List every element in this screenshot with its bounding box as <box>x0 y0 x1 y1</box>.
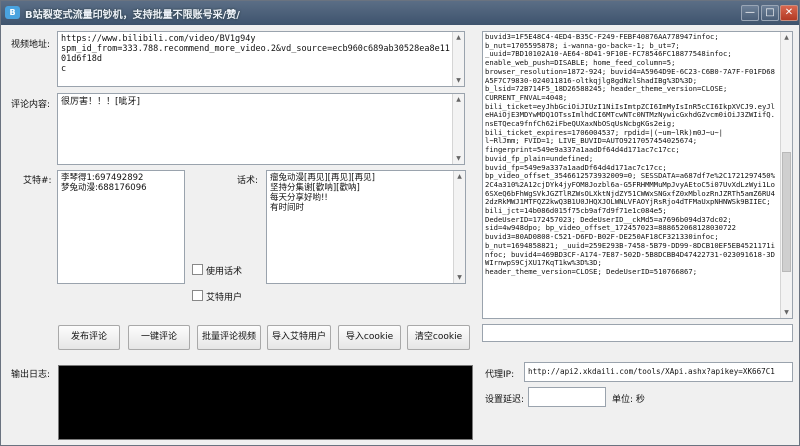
cookie-text: buvid3=1F5E48C4-4ED4-B35C-F249-FEBF40876… <box>485 32 775 276</box>
at-users-input[interactable]: 李琴得1:697492892 梦兔动漫:688176096 <box>57 170 185 284</box>
comment-content-input[interactable]: 很厉害！！！[呲牙] ▲ ▼ <box>57 93 465 165</box>
import-cookie-button[interactable]: 导入cookie <box>338 325 401 350</box>
delay-unit-label: 单位: 秒 <box>612 395 645 405</box>
proxy-ip-input[interactable]: http://api2.xkdaili.com/tools/XApi.ashx?… <box>524 362 793 382</box>
phrases-label: 话术: <box>237 176 259 186</box>
at-users-label: 艾特#: <box>23 176 52 186</box>
proxy-ip-text: http://api2.xkdaili.com/tools/XApi.ashx?… <box>528 367 775 376</box>
close-button[interactable]: ✕ <box>780 5 798 21</box>
phrases-input[interactable]: 瘤兔动漫[再见][再见][再见] 坚持分集谢[歡呐][歡呐] 每天分享好哟!! … <box>266 170 466 284</box>
maximize-button[interactable]: □ <box>761 5 779 21</box>
batch-comment-video-button[interactable]: 批量评论视频 <box>197 325 261 350</box>
title-bar: B B站裂变式流量印钞机，支持批量不限账号采/赞/ — □ ✕ <box>1 1 799 25</box>
cookie-scrollbar[interactable]: ▲ ▼ <box>780 32 792 318</box>
scroll-down-icon[interactable]: ▼ <box>453 153 464 164</box>
extra-input[interactable] <box>482 324 793 342</box>
video-url-scrollbar[interactable]: ▲ ▼ <box>452 32 464 86</box>
scroll-up-icon[interactable]: ▲ <box>781 32 792 43</box>
scroll-up-icon[interactable]: ▲ <box>453 32 464 43</box>
app-icon: B <box>5 6 20 19</box>
video-url-label: 视频地址: <box>11 40 51 50</box>
scroll-down-icon[interactable]: ▼ <box>781 307 792 318</box>
cookie-scroll-thumb[interactable] <box>782 152 791 272</box>
phrases-scrollbar[interactable]: ▲ ▼ <box>453 171 465 283</box>
cookie-textarea[interactable]: buvid3=1F5E48C4-4ED4-B35C-F249-FEBF40876… <box>482 31 793 319</box>
minimize-button[interactable]: — <box>741 5 759 21</box>
main-window: B B站裂变式流量印钞机，支持批量不限账号采/赞/ — □ ✕ 视频地址: ht… <box>0 0 800 446</box>
use-phrases-label: 使用话术 <box>206 267 243 277</box>
proxy-ip-label: 代理IP: <box>485 370 515 380</box>
publish-comment-button[interactable]: 发布评论 <box>58 325 120 350</box>
scroll-down-icon[interactable]: ▼ <box>453 75 464 86</box>
comment-scrollbar[interactable]: ▲ ▼ <box>452 94 464 164</box>
video-url-text: https://www.bilibili.com/video/BV1g94y s… <box>61 34 450 74</box>
comment-content-label: 评论内容: <box>11 100 51 110</box>
at-users-text: 李琴得1:697492892 梦兔动漫:688176096 <box>61 173 147 193</box>
window-title: B站裂变式流量印钞机，支持批量不限账号采/赞/ <box>25 10 240 21</box>
delay-text <box>529 388 605 392</box>
scroll-down-icon[interactable]: ▼ <box>454 272 465 283</box>
delay-label: 设置延迟: <box>485 395 525 405</box>
scroll-up-icon[interactable]: ▲ <box>454 171 465 182</box>
scroll-up-icon[interactable]: ▲ <box>453 94 464 105</box>
phrases-text: 瘤兔动漫[再见][再见][再见] 坚持分集谢[歡呐][歡呐] 每天分享好哟!! … <box>270 173 375 213</box>
extra-input-text <box>483 325 792 329</box>
use-phrases-checkbox[interactable] <box>192 264 203 275</box>
delay-input[interactable] <box>528 387 606 407</box>
at-users-checkbox-label: 艾特用户 <box>206 293 243 303</box>
video-url-input[interactable]: https://www.bilibili.com/video/BV1g94y s… <box>57 31 465 87</box>
clear-cookie-button[interactable]: 清空cookie <box>407 325 470 350</box>
one-click-comment-button[interactable]: 一键评论 <box>128 325 190 350</box>
at-users-checkbox[interactable] <box>192 290 203 301</box>
import-at-users-button[interactable]: 导入艾特用户 <box>267 325 331 350</box>
comment-content-text: 很厉害！！！[呲牙] <box>61 97 141 107</box>
output-log[interactable] <box>58 365 473 440</box>
output-log-label: 输出日志: <box>11 370 51 380</box>
